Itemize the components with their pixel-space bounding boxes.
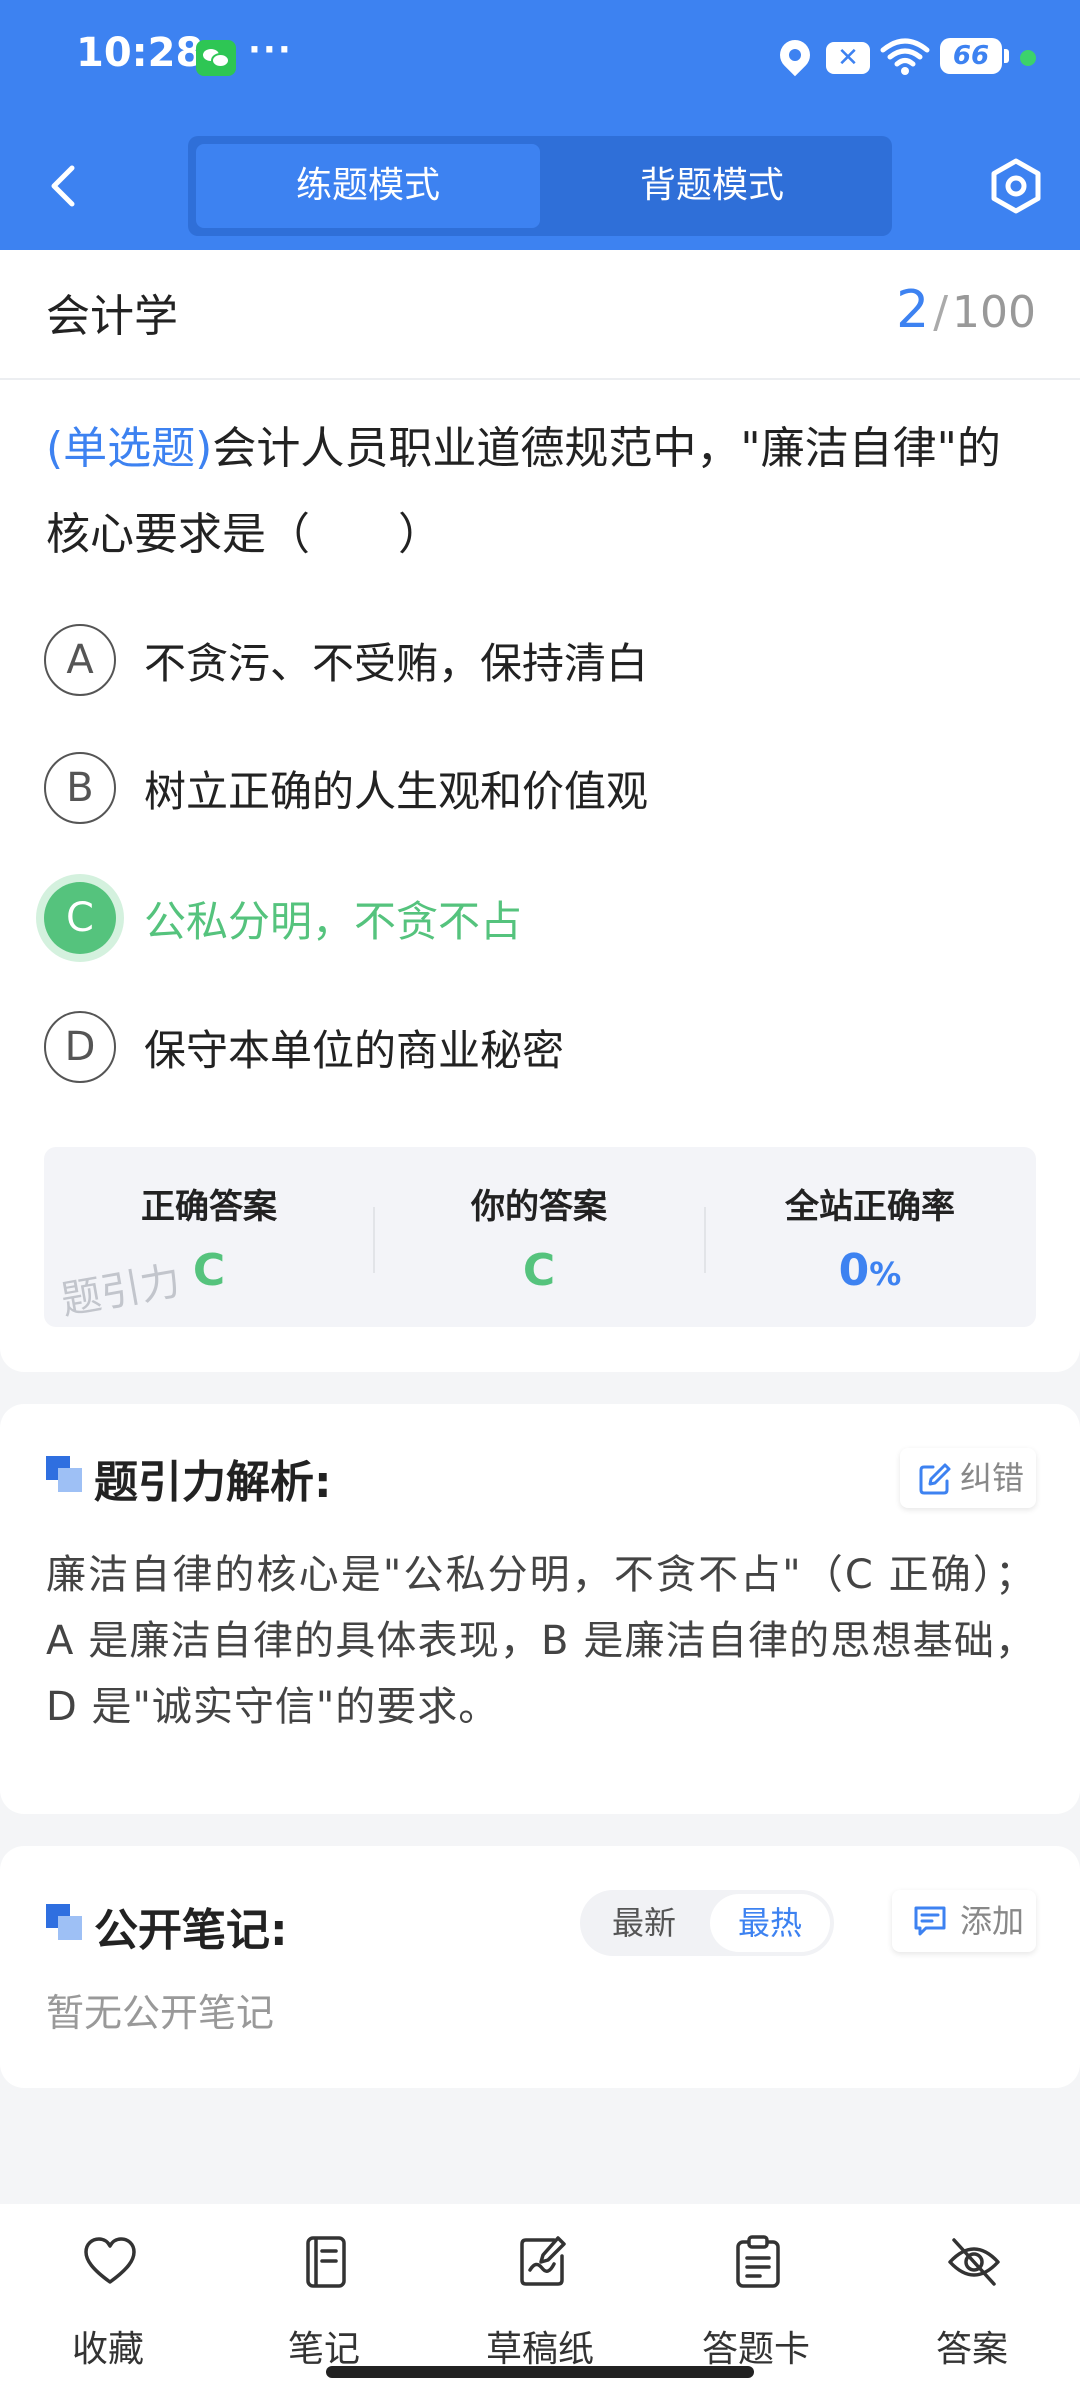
stat-your-answer: 你的答案 C [374, 1147, 704, 1327]
progress-current: 2 [896, 280, 930, 340]
analysis-card: 题引力解析: 纠错 廉洁自律的核心是"公私分明，不贪不占"（C 正确）；A 是廉… [0, 1404, 1080, 1814]
stat-label: 你的答案 [471, 1187, 607, 1227]
location-icon [773, 33, 817, 77]
show-answer-button[interactable]: 答案 [864, 2224, 1080, 2374]
option-letter: D [44, 1011, 116, 1083]
option-text: 树立正确的人生观和价值观 [144, 767, 649, 816]
tab-practice-mode[interactable]: 练题模式 [196, 144, 540, 228]
progress-separator: / [933, 287, 949, 338]
no-sim-icon: ✕ [826, 42, 870, 74]
answer-card-button[interactable]: 答题卡 [648, 2224, 864, 2374]
app-header: 10:28 ··· ✕ 66 练题模式 背题模式 [0, 0, 1080, 250]
subject-title: 会计学 [46, 291, 178, 342]
status-bar: 10:28 ··· ✕ 66 [0, 0, 1080, 120]
notes-sort-toggle: 最新 最热 [580, 1890, 834, 1956]
question-stem: (单选题)会计人员职业道德规范中，"廉洁自律"的核心要求是（ ） [46, 406, 1036, 578]
sort-hottest[interactable]: 最热 [710, 1894, 830, 1952]
draft-icon [520, 2236, 566, 2286]
status-time: 10:28 [76, 30, 204, 76]
favorite-button[interactable]: 收藏 [0, 2224, 216, 2374]
nav-label: 收藏 [71, 2329, 144, 2370]
eye-off-icon [948, 2238, 1000, 2286]
wechat-icon [196, 40, 236, 76]
sort-newest[interactable]: 最新 [584, 1894, 704, 1952]
question-type: (单选题) [46, 423, 213, 474]
home-indicator[interactable] [326, 2366, 754, 2378]
back-arrow-icon[interactable] [40, 150, 90, 220]
report-error-button[interactable]: 纠错 [900, 1448, 1036, 1508]
battery-icon: 66 [940, 38, 1009, 74]
clipboard-icon [736, 2235, 780, 2288]
edit-icon [919, 1463, 951, 1495]
option-a[interactable]: A 不贪污、不受贿，保持清白 [44, 620, 1044, 700]
accuracy-unit: % [869, 1255, 902, 1293]
add-note-button[interactable]: 添加 [892, 1890, 1036, 1952]
heart-icon [84, 2237, 136, 2284]
comment-icon [914, 1906, 946, 1936]
stat-label: 正确答案 [141, 1187, 277, 1227]
nav-label: 草稿纸 [485, 2329, 594, 2370]
option-letter: A [44, 624, 116, 696]
draft-paper-button[interactable]: 草稿纸 [432, 2224, 648, 2374]
mode-switch: 练题模式 背题模式 [188, 136, 892, 236]
tab-memorize-mode[interactable]: 背题模式 [540, 144, 884, 228]
accuracy-value: 0 [838, 1245, 870, 1296]
progress-total: 100 [952, 287, 1036, 338]
section-icon [46, 1456, 82, 1492]
wifi-icon [880, 38, 930, 75]
nav-label: 答题卡 [701, 2329, 810, 2370]
report-error-label: 纠错 [960, 1459, 1025, 1497]
question-progress: 2/100 [896, 280, 1036, 340]
notes-title: 公开笔记: [94, 1905, 288, 1956]
stat-value: 0% [705, 1245, 1035, 1296]
analysis-title: 题引力解析: [94, 1457, 332, 1508]
privacy-indicator-icon [1020, 50, 1036, 66]
option-letter: C [44, 882, 116, 954]
section-icon [46, 1904, 82, 1940]
stat-site-accuracy: 全站正确率 0% [705, 1147, 1035, 1327]
notebook-icon [306, 2236, 346, 2288]
option-c[interactable]: C 公私分明，不贪不占 [44, 878, 1044, 958]
empty-notes-text: 暂无公开笔记 [46, 1991, 275, 2035]
nav-label: 答案 [935, 2329, 1008, 2370]
notes-button[interactable]: 笔记 [216, 2224, 432, 2374]
settings-icon[interactable] [986, 156, 1046, 216]
answer-stats: 正确答案 C 你的答案 C 全站正确率 0% 题引力 [44, 1147, 1036, 1327]
add-note-label: 添加 [960, 1902, 1025, 1940]
option-text: 公私分明，不贪不占 [144, 897, 523, 946]
option-letter: B [44, 752, 116, 824]
stat-value: C [522, 1245, 556, 1296]
nav-label: 笔记 [287, 2329, 360, 2370]
option-b[interactable]: B 树立正确的人生观和价值观 [44, 748, 1044, 828]
question-card: 会计学 2/100 (单选题)会计人员职业道德规范中，"廉洁自律"的核心要求是（… [0, 250, 1080, 1372]
analysis-text: 廉洁自律的核心是"公私分明，不贪不占"（C 正确）；A 是廉洁自律的具体表现，B… [46, 1552, 1036, 1730]
more-notifications-icon: ··· [248, 30, 293, 70]
notes-card: 公开笔记: 最新 最热 添加 暂无公开笔记 [0, 1846, 1080, 2088]
option-text: 不贪污、不受贿，保持清白 [144, 639, 649, 688]
stat-label: 全站正确率 [785, 1187, 955, 1227]
option-d[interactable]: D 保守本单位的商业秘密 [44, 1007, 1044, 1087]
subject-row: 会计学 2/100 [0, 250, 1080, 380]
option-text: 保守本单位的商业秘密 [144, 1026, 565, 1075]
